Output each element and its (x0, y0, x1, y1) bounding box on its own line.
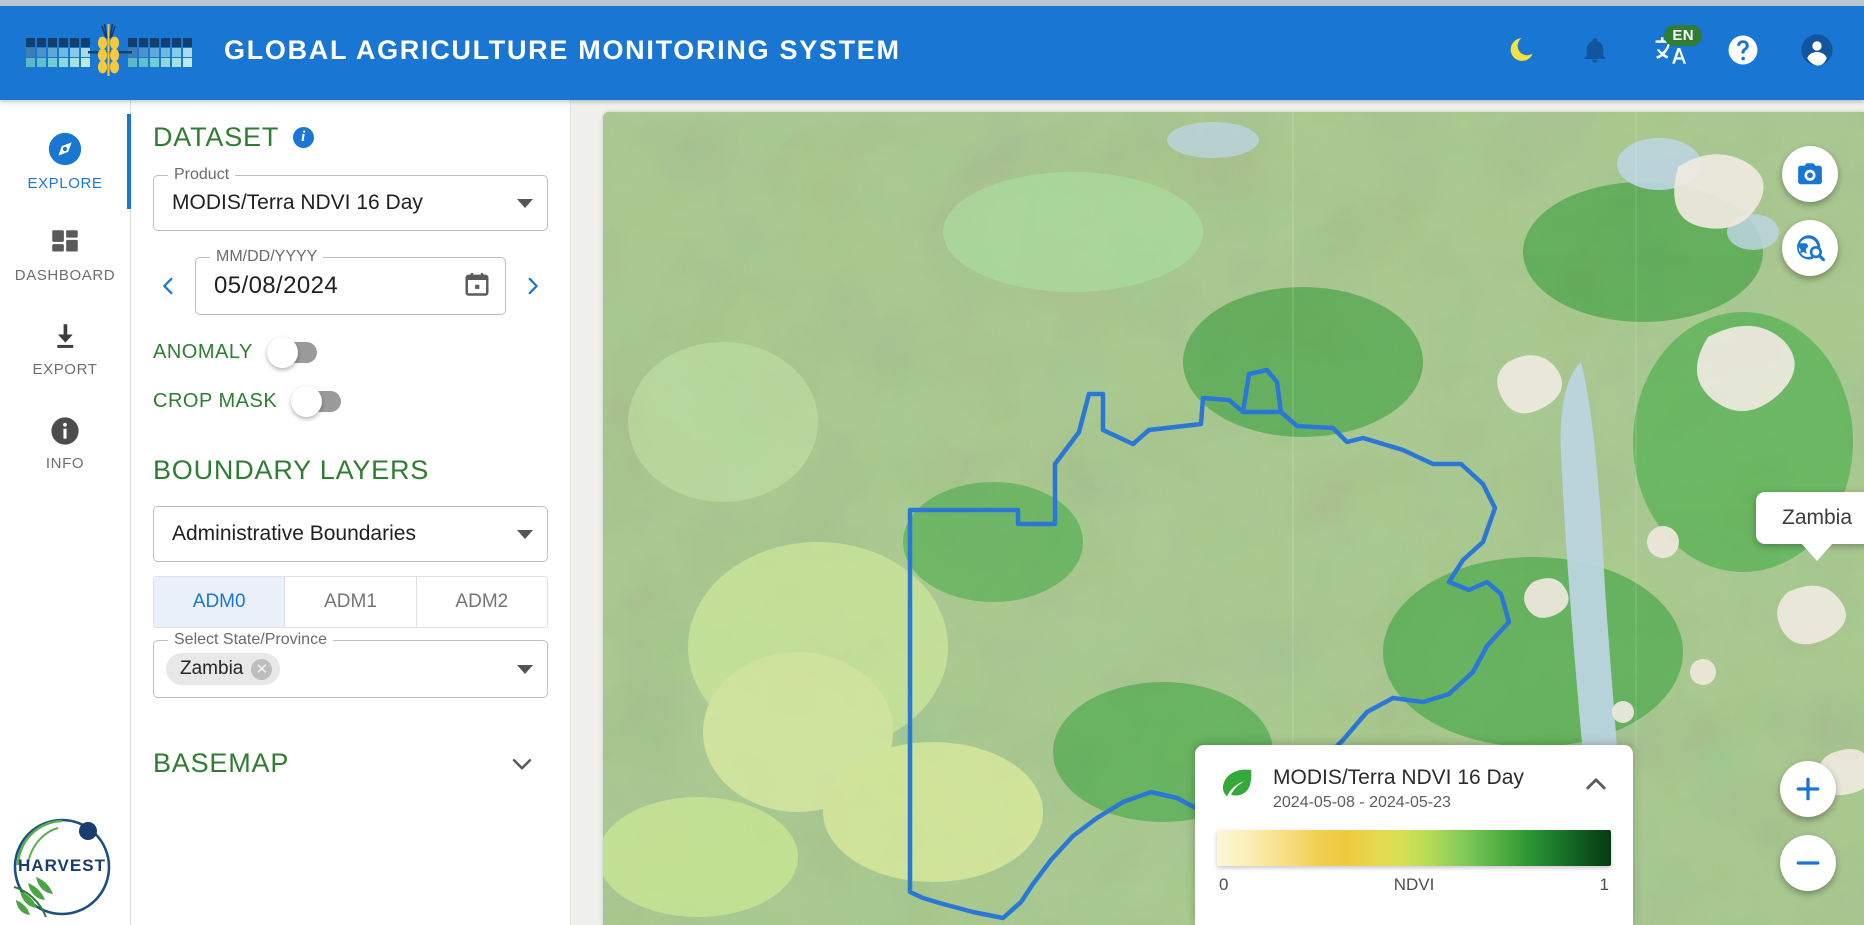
globe-search-icon (1797, 235, 1825, 262)
chip-label: Zambia (180, 658, 244, 679)
previous-date-button[interactable] (153, 269, 183, 303)
account-button[interactable] (1796, 29, 1838, 71)
header-top-strip (0, 0, 1864, 6)
map-area[interactable]: Zambia MODIS/Terra NDVI 16 Day 2024-05-0… (571, 100, 1864, 925)
info-circle-icon (51, 417, 79, 445)
anomaly-toggle-row: ANOMALY (153, 337, 548, 368)
sidebar-item-dashboard[interactable]: DASHBOARD (0, 208, 130, 302)
dashboard-icon (52, 230, 78, 252)
notifications-button[interactable] (1574, 29, 1616, 71)
brand-area: GLOBAL AGRICULTURE MONITORING SYSTEM (0, 22, 901, 78)
sidebar-item-export[interactable]: EXPORT (0, 302, 130, 396)
crop-mask-toggle[interactable] (291, 386, 342, 417)
app-header: GLOBAL AGRICULTURE MONITORING SYSTEM EN (0, 0, 1864, 100)
country-tooltip: Zambia (1756, 492, 1864, 544)
harvest-logo: HARVEST (13, 818, 111, 918)
chevron-down-icon[interactable] (517, 664, 533, 674)
crop-mask-toggle-label: CROP MASK (153, 390, 278, 412)
province-select-legend: Select State/Province (168, 632, 333, 648)
country-tooltip-label: Zambia (1782, 506, 1853, 529)
compass-icon (48, 132, 82, 166)
boundary-layers-heading: BOUNDARY LAYERS (153, 455, 548, 486)
app-root: GLOBAL AGRICULTURE MONITORING SYSTEM EN (0, 0, 1864, 925)
zoom-out-button[interactable] (1780, 835, 1836, 891)
scale-min-label: 0 (1219, 875, 1229, 895)
tab-adm2[interactable]: ADM2 (416, 577, 547, 627)
boundary-layer-select[interactable]: Administrative Boundaries (153, 506, 548, 562)
sidebar-item-info[interactable]: INFO (0, 396, 130, 490)
date-input-legend: MM/DD/YYYY (210, 249, 324, 265)
sidebar-item-label: EXPORT (32, 361, 98, 378)
scale-title-label: NDVI (1393, 875, 1435, 895)
tab-adm0[interactable]: ADM0 (154, 577, 286, 627)
language-button[interactable]: EN (1648, 25, 1702, 71)
bell-icon (1584, 38, 1606, 63)
anomaly-toggle[interactable] (266, 337, 317, 368)
anomaly-toggle-label: ANOMALY (153, 341, 253, 363)
boundary-layers-heading-label: BOUNDARY LAYERS (153, 455, 430, 485)
product-select-value: MODIS/Terra NDVI 16 Day (172, 191, 423, 214)
legend-date-range: 2024-05-08 - 2024-05-23 (1273, 794, 1451, 812)
basemap-section-header[interactable]: BASEMAP (153, 748, 548, 779)
legend-header: MODIS/Terra NDVI 16 Day 2024-05-08 - 202… (1217, 763, 1611, 812)
sidebar-rail: EXPLORE DASHBOARD EXPORT INFO (0, 100, 131, 925)
crop-mask-toggle-row: CROP MASK (153, 386, 548, 417)
download-icon (57, 324, 74, 348)
sidebar-item-explore[interactable]: EXPLORE (0, 114, 130, 208)
help-circle-icon (1728, 35, 1758, 65)
gams-logo (26, 23, 192, 76)
dataset-heading: DATASET i (153, 122, 548, 153)
date-input[interactable]: MM/DD/YYYY 05/08/2024 (195, 249, 506, 315)
scale-max-label: 1 (1599, 875, 1609, 895)
travel-explore-button[interactable] (1782, 220, 1838, 276)
close-icon[interactable]: ✕ (251, 658, 273, 680)
adm-level-tabs: ADM0 ADM1 ADM2 (153, 576, 548, 628)
date-navigation-row: MM/DD/YYYY 05/08/2024 (153, 249, 548, 315)
map-legend: MODIS/Terra NDVI 16 Day 2024-05-08 - 202… (1195, 745, 1633, 925)
plus-icon (1796, 777, 1820, 801)
toggle-knob (291, 386, 323, 417)
next-date-button[interactable] (518, 269, 548, 303)
legend-collapse-button[interactable] (1581, 763, 1611, 804)
leaf-icon (1222, 769, 1252, 797)
sidebar-item-label: DASHBOARD (14, 267, 116, 284)
ndvi-color-scale (1217, 830, 1611, 867)
header-actions: EN (1500, 25, 1864, 71)
legend-title: MODIS/Terra NDVI 16 Day (1273, 766, 1524, 789)
legend-texts: MODIS/Terra NDVI 16 Day 2024-05-08 - 202… (1273, 763, 1565, 812)
chevron-down-icon[interactable] (517, 198, 533, 208)
zoom-in-button[interactable] (1780, 761, 1836, 817)
svg-text:HARVEST: HARVEST (18, 856, 106, 875)
account-circle-icon (1801, 34, 1833, 66)
chevron-left-icon (163, 277, 173, 295)
dataset-info-icon[interactable]: i (293, 127, 315, 148)
control-panel: DATASET i Product MODIS/Terra NDVI 16 Da… (131, 100, 571, 925)
chevron-down-icon[interactable] (517, 529, 533, 539)
screenshot-button[interactable] (1782, 146, 1838, 202)
chevron-right-icon (528, 277, 538, 295)
sidebar-item-label: INFO (45, 455, 85, 472)
calendar-icon[interactable] (463, 270, 491, 303)
page-title: GLOBAL AGRICULTURE MONITORING SYSTEM (224, 34, 901, 65)
product-select-legend: Product (168, 167, 236, 183)
minus-icon (1796, 861, 1820, 865)
dataset-heading-label: DATASET (153, 122, 280, 152)
language-badge: EN (1664, 25, 1702, 47)
moon-icon (1510, 38, 1533, 61)
province-select[interactable]: Select State/Province Zambia ✕ (153, 632, 548, 698)
help-button[interactable] (1722, 29, 1764, 71)
tab-adm1[interactable]: ADM1 (285, 577, 417, 627)
sidebar-item-label: EXPLORE (27, 175, 103, 192)
ndvi-scale-labels: 0 NDVI 1 (1217, 875, 1611, 895)
boundary-layer-value: Administrative Boundaries (172, 522, 416, 545)
product-select[interactable]: Product MODIS/Terra NDVI 16 Day (153, 167, 548, 231)
chevron-up-icon (1586, 778, 1606, 790)
dark-mode-toggle[interactable] (1500, 29, 1542, 71)
selected-province-chip[interactable]: Zambia ✕ (166, 653, 281, 685)
chevron-down-icon[interactable] (508, 750, 536, 778)
toggle-knob (266, 337, 298, 368)
basemap-heading-label: BASEMAP (153, 748, 290, 778)
camera-icon (1798, 163, 1822, 185)
date-input-value: 05/08/2024 (214, 272, 339, 299)
